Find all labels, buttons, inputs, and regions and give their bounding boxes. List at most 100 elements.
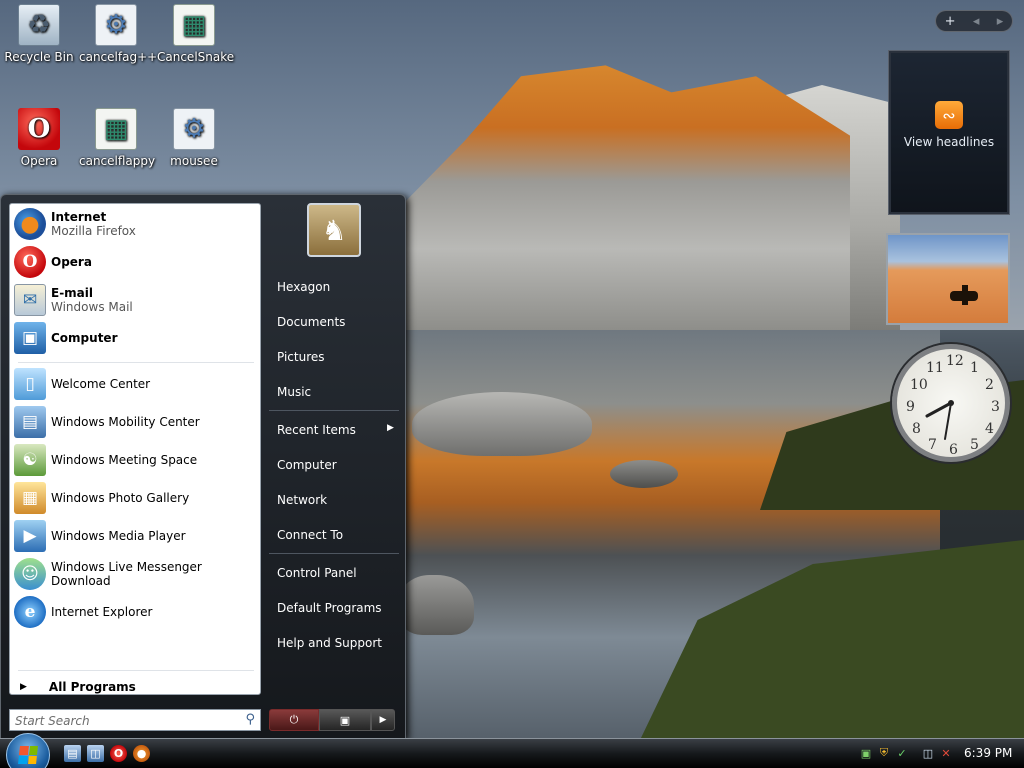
desktop-icon-cancelfag[interactable]: ⚙ cancelfag++ [79, 4, 158, 64]
menu-divider [269, 553, 399, 554]
wallpaper-rock [412, 392, 592, 456]
start-search-input[interactable]: Start Search ⚲ [9, 709, 261, 731]
clock-hands [925, 400, 954, 440]
recent-item-messenger[interactable]: ☺ Windows Live Messenger Download [14, 558, 258, 590]
view-headlines-label: View headlines [903, 135, 995, 149]
recent-item-label: Windows Live Messenger Download [51, 560, 202, 588]
start-menu: ● Internet Mozilla Firefox O Opera ✉ E-ma… [0, 194, 406, 739]
right-item-recent-items[interactable]: Recent Items [277, 423, 356, 437]
volume-muted-icon[interactable]: ✕ [938, 745, 954, 761]
power-button[interactable]: ⏻ [269, 709, 319, 731]
recent-item-label: Welcome Center [51, 377, 151, 391]
shutdown-options-button[interactable]: ▶ [371, 709, 395, 731]
desktop-icon-label: Opera [20, 154, 58, 168]
firefox-icon[interactable]: ● [133, 745, 150, 762]
desktop-icon-label: cancelfag++ [79, 50, 158, 64]
search-placeholder: Start Search [15, 714, 90, 728]
taskbar-clock[interactable]: 6:39 PM [964, 746, 1012, 760]
recent-item-mobility-center[interactable]: ▤ Windows Mobility Center [14, 406, 258, 438]
connection-icon[interactable]: ◫ [920, 745, 936, 761]
right-item-computer[interactable]: Computer [277, 458, 337, 472]
pinned-item-subtitle: Windows Mail [51, 300, 133, 314]
user-avatar[interactable]: ♞ [307, 203, 361, 257]
add-gadget-button[interactable]: + [945, 14, 956, 29]
network-icon[interactable]: ▣ [858, 745, 874, 761]
power-icon: ⏻ [289, 713, 299, 726]
right-item-connect-to[interactable]: Connect To [277, 528, 343, 542]
recent-item-internet-explorer[interactable]: e Internet Explorer [14, 596, 258, 628]
pinned-item-email[interactable]: ✉ E-mail Windows Mail [14, 284, 258, 316]
slideshow-gadget[interactable] [886, 233, 1010, 325]
feed-headlines-gadget[interactable]: ∾ View headlines [888, 50, 1010, 215]
arrow-right-icon: ▶ [20, 682, 27, 692]
wallpaper-rock [400, 575, 474, 635]
lock-icon: ▣ [339, 713, 351, 727]
show-desktop-icon[interactable]: ▤ [64, 745, 81, 762]
recent-item-label: Windows Media Player [51, 529, 186, 543]
recent-item-welcome-center[interactable]: ▯ Welcome Center [14, 368, 258, 400]
settings-app-icon: ⚙ [95, 4, 137, 46]
right-item-pictures[interactable]: Pictures [277, 350, 325, 364]
right-item-documents[interactable]: Documents [277, 315, 345, 329]
recent-item-media-player[interactable]: ▶ Windows Media Player [14, 520, 258, 552]
menu-divider [269, 410, 399, 411]
desktop-icon-label: CancelSnake [157, 50, 235, 64]
lock-button[interactable]: ▣ [319, 709, 371, 731]
window-app-icon: ▦ [95, 108, 137, 150]
opera-icon: O [18, 108, 60, 150]
media-player-icon: ▶ [14, 520, 46, 552]
desktop-icon-mousee[interactable]: ⚙ mousee [157, 108, 231, 168]
desktop-icon-label: cancelflappy [79, 154, 156, 168]
clock-gadget[interactable]: 12 1 2 3 4 5 6 7 8 9 10 11 [892, 344, 1010, 462]
sidebar-toolbar: + ◂ ▸ [935, 10, 1013, 32]
arrow-right-icon: ▶ [379, 715, 387, 725]
power-controls: ⏻ ▣ ▶ [269, 709, 395, 731]
desktop-icon-recycle-bin[interactable]: ♻ Recycle Bin [2, 4, 76, 64]
right-item-music[interactable]: Music [277, 385, 311, 399]
pinned-item-opera[interactable]: O Opera [14, 246, 258, 278]
recycle-bin-icon: ♻ [18, 4, 60, 46]
menu-divider [18, 670, 254, 671]
all-programs-button[interactable]: ▶ All Programs [20, 680, 136, 694]
right-item-help-support[interactable]: Help and Support [277, 636, 382, 650]
desktop-icon-cancelflappy[interactable]: ▦ cancelflappy [79, 108, 156, 168]
right-item-default-programs[interactable]: Default Programs [277, 601, 382, 615]
security-icon[interactable]: ⛨ [876, 745, 892, 761]
next-page-button[interactable]: ▸ [997, 14, 1004, 29]
mobility-center-icon: ▤ [14, 406, 46, 438]
submenu-arrow-icon: ▶ [387, 423, 394, 433]
pinned-item-computer[interactable]: ▣ Computer [14, 322, 258, 354]
start-button[interactable] [6, 733, 50, 768]
desktop-icon-label: mousee [170, 154, 218, 168]
right-item-network[interactable]: Network [277, 493, 327, 507]
wallpaper-rock [610, 460, 678, 488]
desktop-icon-cancelsnake[interactable]: ▦ CancelSnake [157, 4, 235, 64]
messenger-icon: ☺ [14, 558, 46, 590]
desktop-icon-opera[interactable]: O Opera [2, 108, 76, 168]
desktop-icon-label: Recycle Bin [4, 50, 74, 64]
switch-windows-icon[interactable]: ◫ [87, 745, 104, 762]
photo-gallery-icon: ▦ [14, 482, 46, 514]
oryx-body [950, 291, 978, 301]
all-programs-label: All Programs [48, 680, 136, 694]
recent-item-label: Windows Photo Gallery [51, 491, 190, 505]
meeting-space-icon: ☯ [14, 444, 46, 476]
pinned-item-internet[interactable]: ● Internet Mozilla Firefox [14, 208, 258, 240]
menu-divider [18, 362, 254, 363]
mail-icon: ✉ [14, 284, 46, 316]
pinned-item-title: E-mail [51, 286, 94, 300]
recent-item-photo-gallery[interactable]: ▦ Windows Photo Gallery [14, 482, 258, 514]
recent-item-meeting-space[interactable]: ☯ Windows Meeting Space [14, 444, 258, 476]
previous-page-button[interactable]: ◂ [973, 14, 980, 29]
opera-icon[interactable]: O [110, 745, 127, 762]
pinned-item-title: Opera [51, 255, 92, 269]
right-item-control-panel[interactable]: Control Panel [277, 566, 357, 580]
recent-item-label: Internet Explorer [51, 605, 153, 619]
taskbar: ▤ ◫ O ● ▣ ⛨ ✓ ◫ ✕ 6:39 PM [0, 733, 1024, 768]
pinned-item-subtitle: Mozilla Firefox [51, 224, 136, 238]
right-item-user[interactable]: Hexagon [277, 280, 330, 294]
rss-icon: ∾ [935, 101, 963, 129]
windows-logo-icon [18, 746, 38, 764]
pinned-item-title: Internet [51, 210, 107, 224]
update-icon[interactable]: ✓ [894, 745, 910, 761]
